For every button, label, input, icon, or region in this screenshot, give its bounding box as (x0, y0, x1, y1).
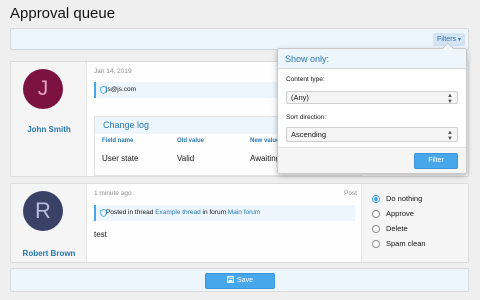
content-type-value: (Any) (291, 93, 309, 102)
column-header: Old value (177, 138, 205, 144)
sort-direction-value: Ascending (291, 130, 327, 139)
action-label: Spam clean (386, 239, 426, 248)
action-column: Do nothing Approve Delete Spam clean (361, 184, 468, 262)
user-column: R Robert Brown (11, 184, 87, 262)
content-type-label: Content type: (286, 76, 325, 83)
email-text: js@js.com (106, 86, 137, 93)
sort-direction-select[interactable]: Ascending ▲ ▼ (286, 127, 458, 142)
action-approve[interactable]: Approve (372, 206, 426, 221)
save-button[interactable]: Save (205, 273, 275, 289)
avatar[interactable]: R (23, 191, 63, 231)
item-date: Jan 14, 2019 (94, 68, 132, 75)
post-message: test (94, 230, 107, 239)
avatar[interactable]: J (23, 69, 63, 109)
content-type-label: Post (343, 190, 357, 197)
column-header: Field name (102, 138, 134, 144)
filters-popup: Show only: Content type: (Any) ▲ ▼ Sort d… (277, 42, 467, 174)
save-icon (227, 276, 234, 283)
content-type-select[interactable]: (Any) ▲ ▼ (286, 91, 458, 105)
radio-checked-icon[interactable] (372, 194, 380, 203)
updown-arrows-icon: ▲ ▼ (447, 129, 453, 142)
in-forum-text: in forum (202, 209, 226, 216)
updown-arrows-icon: ▲ ▼ (447, 92, 453, 105)
action-label: Delete (386, 224, 408, 233)
radio-icon[interactable] (372, 209, 380, 218)
forum-link[interactable]: Main forum (228, 209, 261, 216)
shield-icon (100, 209, 107, 217)
page-title: Approval queue (10, 5, 116, 22)
table-cell: Valid (177, 154, 195, 163)
action-label: Approve (386, 209, 414, 218)
caret-down-icon: ▾ (457, 37, 461, 43)
sort-direction-label: Sort direction: (286, 114, 327, 121)
save-label: Save (237, 277, 253, 284)
user-column: J John Smith (11, 62, 87, 176)
popup-title: Show only: (278, 49, 466, 69)
shield-icon (100, 86, 107, 94)
form-footer: Save (10, 268, 469, 292)
action-spam-clean[interactable]: Spam clean (372, 236, 426, 251)
radio-icon[interactable] (372, 224, 380, 233)
filter-bar: Filters ▾ (10, 28, 469, 50)
item-content: 1 minute ago Post Posted in thread Examp… (88, 184, 361, 262)
username-link[interactable]: Robert Brown (11, 249, 87, 258)
action-delete[interactable]: Delete (372, 221, 426, 236)
column-header: New value (250, 138, 280, 144)
action-options: Do nothing Approve Delete Spam clean (372, 191, 426, 251)
posted-in-text: Posted in thread (106, 209, 154, 216)
action-do-nothing[interactable]: Do nothing (372, 191, 426, 206)
thread-link[interactable]: Example thread (155, 209, 201, 216)
queue-item: R Robert Brown 1 minute ago Post Posted … (10, 183, 469, 263)
item-date: 1 minute ago (94, 190, 132, 197)
filter-button[interactable]: Filter (414, 153, 458, 169)
action-label: Do nothing (386, 194, 423, 203)
username-link[interactable]: John Smith (11, 125, 87, 134)
table-cell: User state (102, 154, 139, 163)
radio-icon[interactable] (372, 239, 380, 248)
info-message: Posted in thread Example thread in forum… (94, 205, 355, 221)
popup-footer: Filter (278, 147, 466, 173)
